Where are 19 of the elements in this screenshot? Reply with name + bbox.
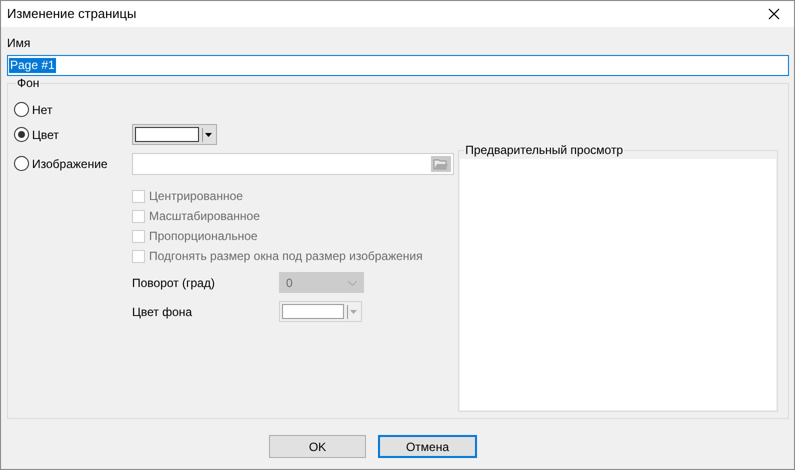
radio-option[interactable]: Цвет xyxy=(14,126,132,144)
chevron-icon xyxy=(348,280,357,286)
color-picker[interactable] xyxy=(132,124,217,145)
dialog-button[interactable]: Отмена xyxy=(378,435,477,458)
name-field[interactable]: Page #1 xyxy=(7,55,789,76)
rotation-label: Поворот (град) xyxy=(132,274,216,292)
group-legend: Предварительный просмотр xyxy=(464,144,624,157)
name-label: Имя xyxy=(7,35,30,52)
image-path-field[interactable] xyxy=(132,152,454,174)
caret-icon xyxy=(350,310,357,314)
dialog-button[interactable]: OK xyxy=(269,435,366,458)
folder-icon[interactable] xyxy=(431,156,451,172)
group-legend: Фон xyxy=(16,77,40,90)
close-icon xyxy=(768,8,780,20)
window-title: Изменение страницы xyxy=(7,5,136,24)
caret-icon xyxy=(205,132,212,136)
radio-option[interactable]: Нет xyxy=(14,100,132,118)
radio-option[interactable]: Изображение xyxy=(14,154,132,172)
background-color-label: Цвет фона xyxy=(132,304,194,320)
